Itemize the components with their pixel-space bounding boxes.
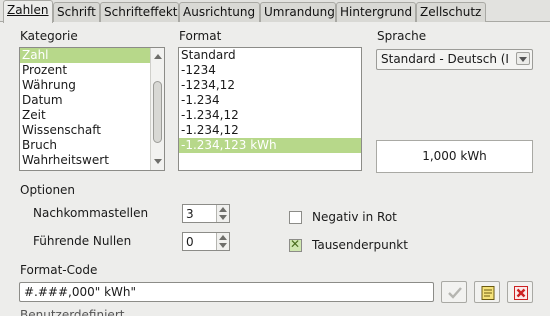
list-item[interactable]: Datum (20, 93, 164, 108)
comment-icon (481, 286, 495, 300)
thousands-separator-checkbox[interactable]: ✕ (289, 237, 302, 252)
tab-label: Ausrichtung (183, 5, 256, 19)
list-item[interactable]: -1.234,12 (179, 108, 361, 123)
tab-zahlen[interactable]: Zahlen (3, 0, 53, 23)
leading-zeros-stepper[interactable]: 0 (182, 232, 230, 251)
decimal-places-value: 3 (186, 207, 194, 221)
thousands-separator-label: Tausenderpunkt (312, 238, 408, 252)
decimal-places-label: Nachkommastellen (33, 206, 149, 220)
decrement-icon[interactable] (219, 243, 227, 248)
increment-icon[interactable] (219, 235, 227, 240)
tab-zellschutz[interactable]: Zellschutz (416, 2, 486, 22)
leading-zeros-value: 0 (186, 235, 194, 249)
language-value: Standard - Deutsch (I (381, 52, 509, 66)
list-item[interactable]: Bruch (20, 138, 164, 153)
list-item[interactable]: Zeit (20, 108, 164, 123)
list-item[interactable]: Zahl (20, 48, 164, 63)
accept-button[interactable] (441, 281, 467, 303)
negative-red-label: Negativ in Rot (312, 210, 397, 224)
stepper-buttons[interactable] (216, 233, 229, 250)
list-item[interactable]: Währung (20, 78, 164, 93)
language-select[interactable]: Standard - Deutsch (I (376, 49, 533, 70)
format-code-label: Format-Code (20, 263, 98, 277)
list-item[interactable]: Prozent (20, 63, 164, 78)
list-item[interactable]: -1.234,123 kWh (179, 138, 361, 153)
list-item[interactable]: Standard (179, 48, 361, 63)
tab-ausrichtung[interactable]: Ausrichtung (179, 2, 260, 22)
negative-red-checkbox[interactable] (289, 211, 302, 224)
format-listbox[interactable]: Standard -1234 -1234,12 -1.234 -1.234,12… (178, 47, 362, 171)
stepper-buttons[interactable] (216, 205, 229, 222)
tab-label: Hintergrund (340, 5, 413, 19)
list-item[interactable]: -1234 (179, 63, 361, 78)
category-listbox[interactable]: Zahl Prozent Währung Datum Zeit Wissensc… (19, 47, 165, 171)
category-scrollbar[interactable] (150, 48, 164, 170)
category-label: Kategorie (20, 29, 78, 43)
tab-schrift[interactable]: Schrift (53, 2, 100, 22)
list-item[interactable]: -1234,12 (179, 78, 361, 93)
tab-label: Zellschutz (420, 5, 482, 19)
format-label: Format (179, 29, 222, 43)
chevron-down-icon[interactable] (516, 52, 530, 65)
checkbox-x-icon: ✕ (290, 237, 301, 251)
tab-umrandung[interactable]: Umrandung (260, 2, 336, 22)
user-defined-label: Benutzerdefiniert (20, 308, 125, 316)
tab-label: Schrifteffekt (104, 5, 178, 19)
tab-schrifteffekt[interactable]: Schrifteffekt (100, 2, 179, 22)
scroll-up-icon[interactable] (154, 54, 162, 59)
format-code-input[interactable]: #.###,000" kWh" (19, 282, 434, 302)
format-code-value: #.###,000" kWh" (24, 285, 137, 299)
list-item[interactable]: -1.234 (179, 93, 361, 108)
decimal-places-stepper[interactable]: 3 (182, 204, 230, 223)
scrollbar-thumb[interactable] (153, 81, 162, 143)
decrement-icon[interactable] (219, 215, 227, 220)
increment-icon[interactable] (219, 207, 227, 212)
scroll-down-icon[interactable] (154, 159, 162, 164)
language-label: Sprache (377, 29, 427, 43)
tab-label: Schrift (57, 5, 96, 19)
delete-button[interactable] (507, 281, 533, 303)
leading-zeros-label: Führende Nullen (33, 234, 132, 248)
list-item[interactable]: Wahrheitswert (20, 153, 164, 168)
list-item[interactable]: Wissenschaft (20, 123, 164, 138)
comment-button[interactable] (474, 281, 500, 303)
tab-bar: Zahlen Schrift Schrifteffekt Ausrichtung… (0, 0, 550, 23)
tab-label: Umrandung (264, 5, 335, 19)
delete-icon (514, 286, 528, 300)
checkmark-icon (448, 287, 462, 299)
tab-label: Zahlen (7, 3, 49, 17)
list-item[interactable]: -1.234,12 (179, 123, 361, 138)
preview-text: 1,000 kWh (422, 149, 487, 163)
format-preview: 1,000 kWh (376, 140, 533, 173)
options-label: Optionen (20, 183, 76, 197)
tab-hintergrund[interactable]: Hintergrund (336, 2, 416, 22)
